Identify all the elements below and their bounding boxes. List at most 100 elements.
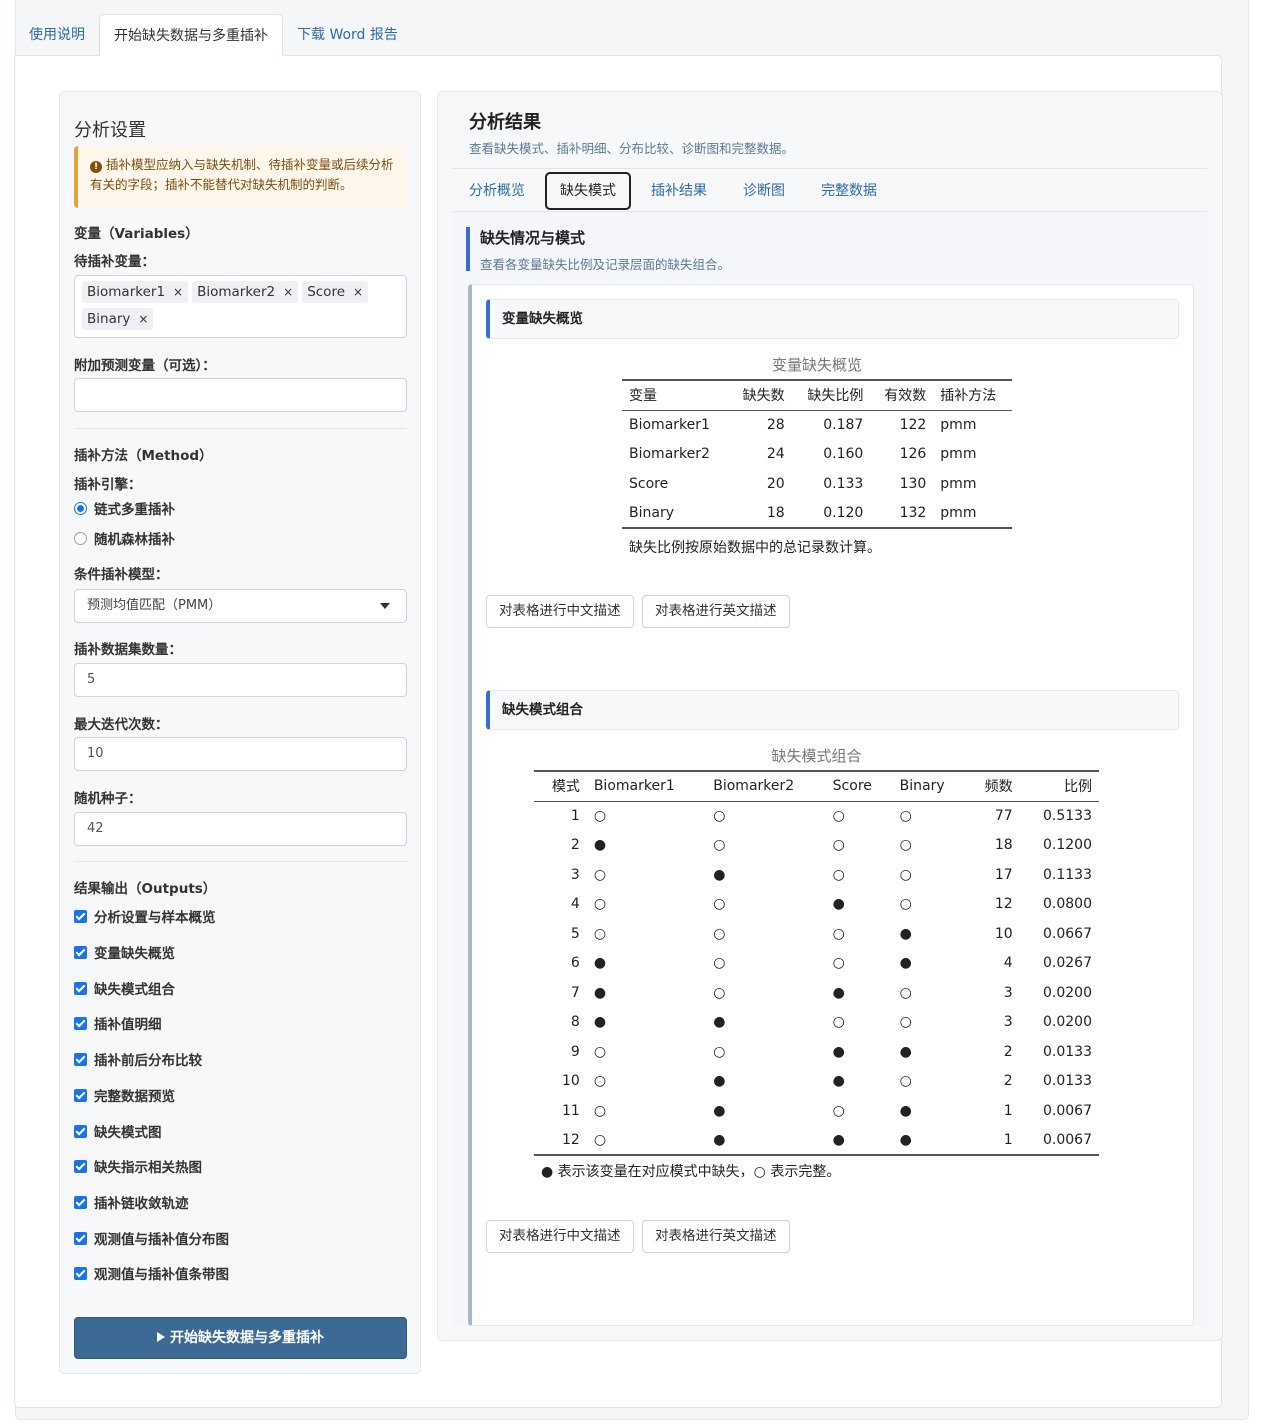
remove-icon[interactable]: × — [283, 285, 293, 299]
proportion: 0.0667 — [1043, 925, 1092, 942]
tab-pane: 缺失情况与模式 查看各变量缺失比例及记录层面的缺失组合。 变量缺失概览 变量缺失… — [453, 212, 1207, 1326]
missing-dot: ● — [899, 1102, 912, 1119]
checkbox[interactable] — [74, 1195, 87, 1209]
tab-instructions[interactable]: 使用说明 — [15, 14, 99, 56]
remove-icon[interactable]: × — [173, 285, 183, 299]
frequency: 1 — [966, 1125, 1020, 1156]
col-header: 频数 — [966, 770, 1020, 802]
checkbox[interactable] — [74, 909, 87, 923]
run-imputation-button[interactable]: 开始缺失数据与多重插补 — [74, 1317, 407, 1359]
radio-random-forest[interactable]: 随机森林插补 — [74, 528, 175, 548]
radio-mice[interactable]: 链式多重插补 — [74, 498, 175, 518]
frequency: 4 — [1003, 955, 1013, 972]
tab-imputation-results[interactable]: 插补结果 — [635, 172, 723, 210]
seed-input[interactable]: 42 — [74, 812, 407, 846]
impute-vars-label: 待插补变量： — [74, 254, 155, 270]
checkbox[interactable] — [74, 1124, 87, 1138]
tab-overview[interactable]: 分析概览 — [453, 172, 541, 210]
checkbox[interactable] — [74, 1052, 87, 1066]
table-row: Biomarker2 24 0.160 126 pmm — [629, 446, 977, 463]
missing-dot: ● — [825, 1125, 893, 1156]
complete-circle: ○ — [593, 896, 607, 913]
tab-diagnostics[interactable]: 诊断图 — [727, 172, 801, 210]
section-title: 缺失情况与模式 — [480, 229, 586, 247]
table-row: 10 ○ ● ● ○ 2 0.0133 — [534, 1067, 1099, 1097]
complete-circle: ○ — [899, 984, 912, 1001]
frequency: 3 — [1003, 984, 1013, 1001]
checkbox[interactable] — [74, 1088, 87, 1102]
checkbox-output[interactable]: 观测值与插补值条带图 — [74, 1263, 229, 1283]
checkbox-output[interactable]: 变量缺失概览 — [74, 942, 175, 962]
table-row: 7 ● ○ ● ○ 3 0.0200 — [534, 978, 1099, 1008]
checkbox-output[interactable]: 完整数据预览 — [74, 1085, 175, 1105]
checkbox-output[interactable]: 缺失模式图 — [74, 1121, 162, 1141]
describe-cn-button[interactable]: 对表格进行中文描述 — [486, 1220, 634, 1253]
tab-missing-pattern[interactable]: 缺失模式 — [545, 172, 631, 210]
tab-download-report[interactable]: 下载 Word 报告 — [283, 14, 412, 56]
radio-button[interactable] — [74, 501, 87, 515]
max-iter-label: 最大迭代次数： — [74, 717, 169, 733]
impute-vars-select[interactable]: Biomarker1 × Biomarker2 × Score × Binary × — [74, 275, 407, 338]
max-iter-input[interactable]: 10 — [74, 737, 407, 771]
missing-dot: ● — [713, 866, 726, 883]
proportion: 0.0067 — [1043, 1102, 1092, 1119]
var-tag[interactable]: Biomarker2 × — [192, 281, 299, 303]
describe-en-button[interactable]: 对表格进行英文描述 — [642, 595, 790, 628]
complete-circle: ○ — [899, 837, 912, 854]
radio-button[interactable] — [74, 531, 87, 545]
extra-predictors-label: 附加预测变量（可选）： — [74, 358, 216, 374]
complete-circle: ○ — [832, 866, 845, 883]
checkbox[interactable] — [74, 1266, 87, 1280]
extra-predictors-input[interactable] — [74, 378, 407, 412]
checkbox-output[interactable]: 插补前后分布比较 — [74, 1049, 202, 1069]
checkbox-output[interactable]: 插补链收敛轨迹 — [74, 1192, 189, 1212]
divider — [453, 168, 1207, 169]
table-row: 6 ● ○ ○ ● 4 0.0267 — [534, 949, 1099, 979]
checkbox-output[interactable]: 分析设置与样本概览 — [74, 906, 216, 926]
checkbox[interactable] — [74, 1016, 87, 1030]
table-row: 5 ○ ○ ○ ● 10 0.0667 — [534, 919, 1099, 949]
col-header: 比例 — [1019, 770, 1099, 802]
pattern-id: 10 — [562, 1073, 580, 1090]
describe-cn-button[interactable]: 对表格进行中文描述 — [486, 595, 634, 628]
var-tag[interactable]: Binary × — [82, 308, 154, 330]
complete-circle: ○ — [832, 808, 845, 824]
checkbox-output[interactable]: 缺失模式组合 — [74, 978, 175, 998]
checkbox[interactable] — [74, 1159, 87, 1173]
remove-icon[interactable]: × — [353, 285, 363, 299]
table-row: 2 ● ○ ○ ○ 18 0.1200 — [534, 831, 1099, 861]
tab-complete-data[interactable]: 完整数据 — [805, 172, 893, 210]
describe-en-button[interactable]: 对表格进行英文描述 — [642, 1220, 790, 1253]
tab-start-imputation[interactable]: 开始缺失数据与多重插补 — [99, 14, 283, 56]
checkbox-output[interactable]: 缺失指示相关热图 — [74, 1156, 202, 1176]
table-row: 11 ○ ● ○ ● 1 0.0067 — [534, 1096, 1099, 1126]
col-header: Biomarker1 — [586, 770, 707, 802]
checkbox[interactable] — [74, 945, 87, 959]
proportion: 0.0267 — [1043, 955, 1092, 972]
checkbox[interactable] — [74, 1231, 87, 1245]
col-header: 缺失比例 — [791, 379, 871, 411]
proportion: 0.0200 — [1043, 1014, 1092, 1031]
checkbox-output[interactable]: 观测值与插补值分布图 — [74, 1228, 229, 1248]
checkbox[interactable] — [74, 981, 87, 995]
missing-dot: ● — [832, 1073, 845, 1090]
missing-pattern-table: 模式 Biomarker1 Biomarker2 Score Binary 频数… — [534, 770, 1099, 1156]
complete-circle: ○ — [593, 866, 607, 883]
cond-model-label: 条件插补模型： — [74, 567, 169, 583]
complete-circle: ○ — [593, 1073, 607, 1090]
num-datasets-input[interactable]: 5 — [74, 663, 407, 697]
missing-dot: ● — [593, 955, 607, 972]
method-section-label: 插补方法（Method） — [74, 448, 213, 464]
var-tag[interactable]: Biomarker1 × — [82, 281, 189, 303]
pattern-id: 5 — [570, 925, 580, 942]
checkbox-output[interactable]: 插补值明细 — [74, 1013, 162, 1033]
complete-circle: ○ — [713, 1043, 726, 1060]
info-icon: ! — [90, 161, 102, 173]
seed-label: 随机种子： — [74, 791, 142, 807]
missing-dot: ● — [593, 1014, 607, 1031]
results-title: 分析结果 — [469, 112, 541, 133]
cond-model-select[interactable]: 预测均值匹配（PMM） — [74, 589, 407, 623]
results-panel: 分析结果 查看缺失模式、插补明细、分布比较、诊断图和完整数据。 分析概览 缺失模… — [437, 91, 1223, 1341]
remove-icon[interactable]: × — [138, 312, 148, 326]
var-tag[interactable]: Score × — [302, 281, 369, 303]
